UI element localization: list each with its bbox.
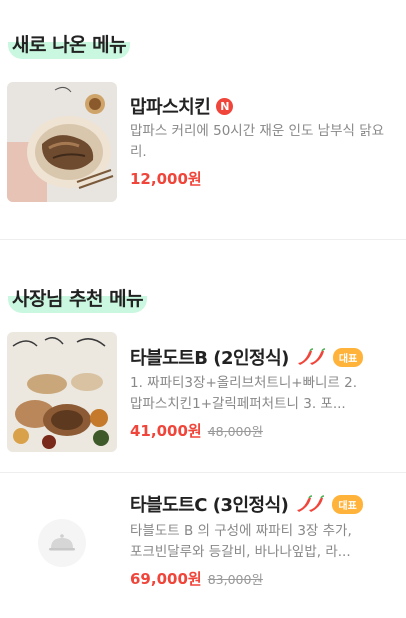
- menu-item-description: 타블도트 B 의 구성에 짜파티 3장 추가, 포크빈달루와 등갈비, 바나나잎…: [130, 521, 392, 563]
- description-line: 타블도트 B 의 구성에 짜파티 3장 추가,: [130, 523, 352, 539]
- section-title-owner-recommended: 사장님 추천 메뉴: [8, 282, 148, 313]
- menu-item-mappas-chicken[interactable]: 맙파스치킨 N 맙파스 커리에 50시간 재운 인도 남부식 닭요리. 12,0…: [0, 80, 406, 205]
- chili-pepper-icon: [297, 495, 325, 512]
- item-divider: [0, 472, 406, 473]
- menu-item-price: 69,000원: [130, 570, 202, 588]
- menu-item-name: 타블도트C (3인정식): [130, 495, 289, 516]
- new-badge: N: [216, 97, 234, 115]
- menu-item-price: 12,000원: [130, 170, 202, 188]
- menu-item-photo: [7, 82, 117, 202]
- menu-item-name: 타블도트B (2인정식): [130, 348, 289, 369]
- menu-item-price: 41,000원: [130, 422, 202, 440]
- menu-item-photo: [7, 332, 117, 452]
- representative-badge: 대표: [332, 494, 363, 514]
- menu-item-description: 맙파스 커리에 50시간 재운 인도 남부식 닭요리.: [130, 123, 385, 160]
- chili-pepper-icon: [297, 348, 325, 365]
- cloche-icon: [49, 534, 75, 551]
- description-line: 포크빈달루와 등갈비, 바나나잎밥, 라...: [130, 544, 351, 560]
- description-line: 맙파스치킨1+갈릭페퍼처트니 3. 포...: [130, 396, 346, 412]
- menu-item-original-price: 48,000원: [207, 424, 263, 439]
- menu-item-name: 맙파스치킨: [130, 97, 211, 118]
- menu-item-original-price: 83,000원: [207, 572, 263, 587]
- representative-badge: 대표: [332, 347, 364, 367]
- section-title-new-menu: 새로 나온 메뉴: [8, 28, 131, 59]
- section-divider: [0, 239, 406, 240]
- menu-item-table-dhote-c[interactable]: 타블도트C (3인정식) 대표 타블도트 B 의 구성에 짜파티 3장 추가, …: [0, 482, 406, 612]
- description-line: 1. 짜파티3장+올리브처트니+빠니르 2.: [130, 375, 358, 391]
- menu-item-photo-placeholder: [38, 519, 86, 567]
- menu-item-table-dhote-b[interactable]: 타블도트B (2인정식) 대표 1. 짜파티3장+올리브처트니+빠니르 2. 맙…: [0, 330, 406, 460]
- menu-item-description: 1. 짜파티3장+올리브처트니+빠니르 2. 맙파스치킨1+갈릭페퍼처트니 3.…: [130, 373, 392, 415]
- food-photo-chicken-dish: [7, 82, 117, 202]
- food-photo-table-spread: [7, 332, 117, 452]
